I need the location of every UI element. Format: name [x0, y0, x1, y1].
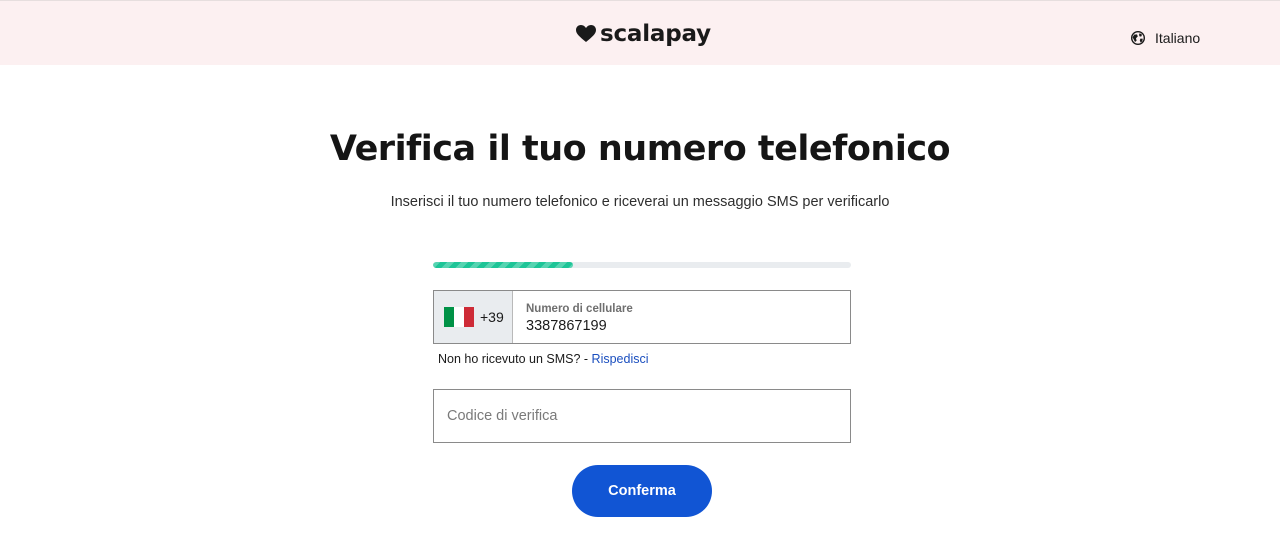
verification-code-input[interactable] — [433, 389, 851, 443]
country-code-selector[interactable]: +39 — [434, 291, 513, 343]
scalapay-logo[interactable]: scalapay — [576, 19, 711, 49]
page-title: Verifica il tuo numero telefonico — [329, 129, 951, 169]
top-header: scalapay Italiano — [0, 0, 1280, 65]
progress-fill — [433, 262, 574, 268]
phone-input-group: +39 Numero di cellulare 3387867199 — [433, 290, 851, 344]
page-subtitle: Inserisci il tuo numero telefonico e ric… — [390, 194, 890, 210]
globe-icon — [1131, 31, 1145, 45]
phone-number-value[interactable]: 3387867199 — [526, 318, 607, 334]
heart-icon — [576, 25, 596, 42]
confirm-button[interactable]: Conferma — [572, 465, 712, 517]
language-selector[interactable]: Italiano — [1131, 28, 1200, 48]
phone-number-label: Numero di cellulare — [526, 303, 633, 315]
resend-sms-row: Non ho ricevuto un SMS? - Rispedisci — [438, 350, 649, 368]
resend-link[interactable]: Rispedisci — [592, 352, 649, 366]
progress-bar — [433, 262, 851, 268]
phone-number-field[interactable]: Numero di cellulare 3387867199 — [513, 291, 850, 343]
dial-code: +39 — [480, 309, 504, 325]
flag-italy-icon — [444, 307, 474, 327]
resend-sms-text: Non ho ricevuto un SMS? - — [438, 352, 592, 366]
brand-name: scalapay — [600, 21, 711, 47]
language-label: Italiano — [1155, 30, 1201, 46]
